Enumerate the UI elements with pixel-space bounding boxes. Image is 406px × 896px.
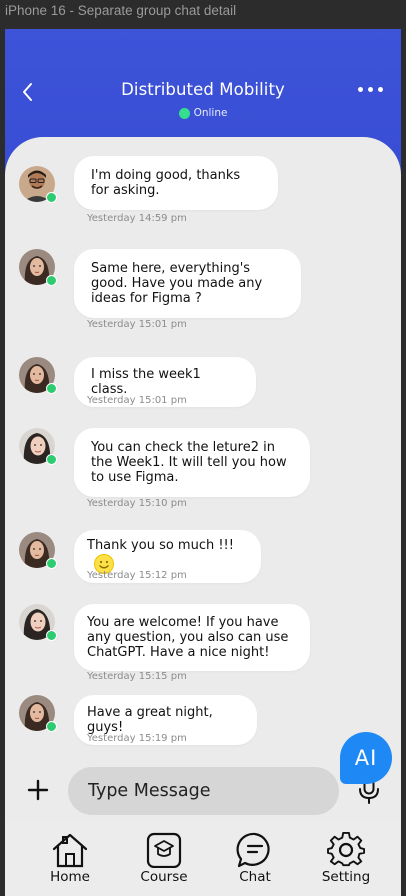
course-icon (146, 832, 182, 868)
ai-assistant-button[interactable]: AI (340, 732, 392, 784)
bottom-navigation: Home Course Chat Setting (5, 822, 401, 896)
message-time: Yesterday 15:01 pm (87, 395, 187, 406)
online-badge-icon (46, 192, 57, 203)
message-time: Yesterday 15:12 pm (87, 570, 187, 581)
avatar[interactable] (19, 695, 57, 732)
chat-icon (236, 832, 270, 868)
chat-title: Distributed Mobility (121, 80, 285, 99)
message-time: Yesterday 15:01 pm (87, 319, 187, 330)
online-badge-icon (46, 383, 57, 394)
avatar[interactable] (19, 249, 57, 286)
avatar[interactable] (19, 428, 57, 465)
message-bubble: You are welcome! If you have any questio… (74, 604, 310, 671)
message-bubble: I'm doing good, thanks for asking. (74, 156, 278, 210)
message-time: Yesterday 14:59 pm (87, 213, 187, 224)
avatar[interactable] (19, 166, 57, 203)
nav-label-course: Course (140, 869, 188, 885)
status-text: Online (193, 107, 228, 119)
message-time: Yesterday 15:10 pm (87, 498, 187, 509)
home-icon (52, 833, 88, 868)
message-input[interactable] (68, 767, 339, 815)
message-bubble: You can check the leture2 in the Week1. … (74, 428, 310, 497)
online-badge-icon (46, 558, 57, 569)
frame-label: iPhone 16 - Separate group chat detail (5, 3, 237, 18)
online-badge-icon (46, 721, 57, 732)
nav-item-setting[interactable]: Setting (311, 822, 381, 886)
avatar[interactable] (19, 532, 57, 569)
online-dot-icon (178, 107, 190, 119)
nav-label-chat: Chat (239, 869, 271, 885)
online-status: Online (5, 107, 401, 119)
online-badge-icon (46, 630, 57, 641)
message-text: Thank you so much !!! (87, 538, 234, 553)
nav-item-course[interactable]: Course (129, 822, 199, 886)
message-bubble: Same here, everything's good. Have you m… (74, 249, 301, 318)
avatar[interactable] (19, 604, 57, 641)
more-options-icon[interactable] (358, 87, 383, 92)
nav-label-setting: Setting (321, 869, 371, 885)
message-time: Yesterday 15:15 pm (87, 671, 187, 682)
online-badge-icon (46, 454, 57, 465)
nav-item-chat[interactable]: Chat (220, 822, 290, 886)
plus-icon[interactable] (27, 779, 49, 801)
nav-label-home: Home (50, 869, 90, 885)
nav-item-home[interactable]: Home (35, 822, 105, 886)
gear-icon (327, 832, 365, 867)
avatar[interactable] (19, 357, 57, 394)
message-time: Yesterday 15:19 pm (87, 733, 187, 744)
online-badge-icon (46, 275, 57, 286)
phone-screen: Distributed Mobility Online I'm doing go… (5, 29, 401, 896)
